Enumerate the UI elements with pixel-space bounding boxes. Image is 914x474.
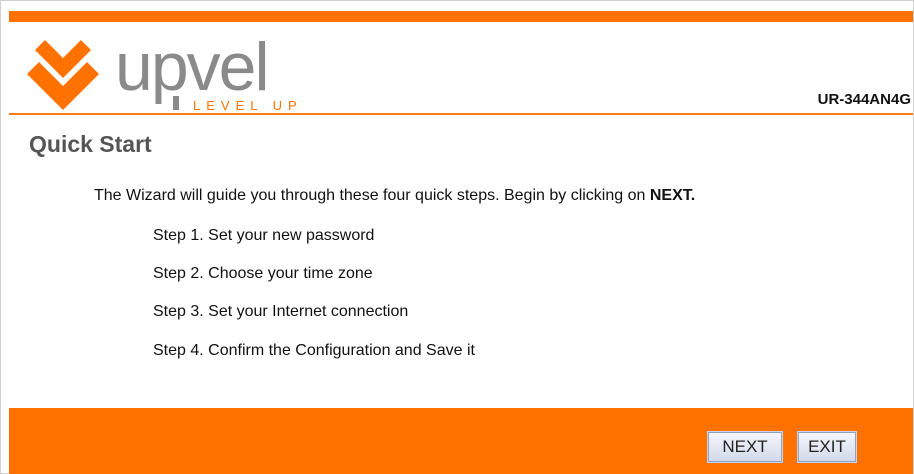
logo-underline <box>173 96 179 110</box>
wizard-window: upvel LEVEL UP UR-344AN4G Quick Start Th… <box>0 0 914 474</box>
intro-next-emphasis: NEXT. <box>649 187 696 204</box>
top-accent-bar <box>9 11 913 22</box>
step-4: Step 4. Confirm the Configuration and Sa… <box>153 342 475 359</box>
step-2: Step 2. Choose your time zone <box>153 265 373 282</box>
logo-tagline: LEVEL UP <box>193 98 303 112</box>
next-button[interactable]: NEXT <box>707 431 783 463</box>
top-strip <box>1 1 913 11</box>
step-3: Step 3. Set your Internet connection <box>153 303 409 320</box>
logo-wordmark: upvel <box>115 30 268 105</box>
header: upvel LEVEL UP UR-344AN4G <box>9 22 913 115</box>
intro-body: The Wizard will guide you through these … <box>94 187 650 204</box>
page-title: Quick Start <box>29 131 152 157</box>
upvel-logo: upvel LEVEL UP <box>27 30 303 112</box>
step-1: Step 1. Set your new password <box>153 227 375 244</box>
footer-bar: NEXT EXIT <box>9 408 913 474</box>
intro-text: The Wizard will guide you through these … <box>94 187 695 205</box>
model-number: UR-344AN4G <box>817 91 911 108</box>
exit-button[interactable]: EXIT <box>797 431 857 463</box>
